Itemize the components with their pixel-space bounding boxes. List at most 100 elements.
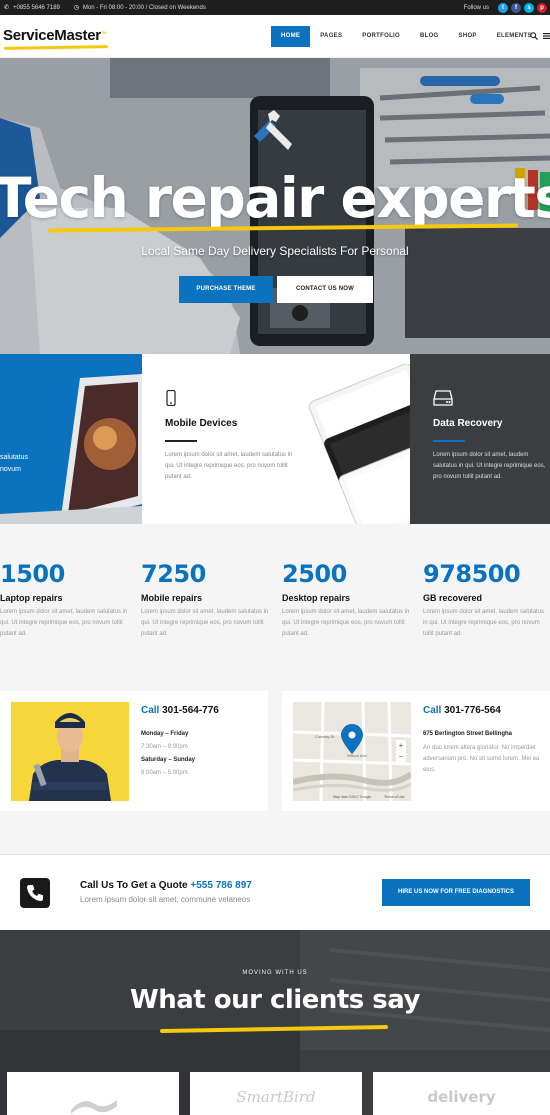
feature-mobile-text: Lorem ipsum dolor sit amet, laudem salut… (165, 452, 293, 480)
phone-icon: ✆ (4, 4, 10, 11)
site-header: ServiceMasterTM HOME PAGES PORTFOLIO BLO… (0, 15, 550, 58)
map-street-wilson: Wilson Ave (347, 753, 367, 758)
hours-card-call-word: Call (141, 705, 160, 716)
quote-phone[interactable]: +555 786 897 (190, 880, 251, 891)
client-logo-delivery: delivery (427, 1088, 496, 1106)
stat-text: Lorem ipsum dolor sit amet, laudem salut… (141, 609, 269, 637)
location-map[interactable]: Conway St Wilson Ave Map data ©2017 Goog… (293, 702, 411, 801)
map-attribution: Map data ©2017 Google (333, 795, 372, 799)
mobile-phone-icon (166, 390, 176, 406)
weekend-label: Saturday – Sunday (141, 757, 196, 763)
stats-section: 1500 Laptop repairs Lorem ipsum dolor si… (0, 524, 550, 672)
stat-number: 1500 (0, 560, 65, 588)
stat-text: Lorem ipsum dolor sit amet, laudem salut… (423, 609, 545, 637)
weekend-hours: 8:00am – 5:00pm (141, 770, 188, 776)
feature-data-title: Data Recovery (433, 418, 503, 429)
tablets-image (308, 364, 410, 524)
main-nav: HOME PAGES PORTFOLIO BLOG SHOP ELEMENTS (271, 26, 542, 47)
zoom-in-icon[interactable]: + (396, 740, 406, 751)
site-logo[interactable]: ServiceMasterTM (3, 27, 106, 44)
social-links: Follow us t f s p (464, 0, 547, 15)
nav-pages[interactable]: PAGES (310, 26, 352, 47)
purchase-theme-button[interactable]: PURCHASE THEME (179, 276, 273, 303)
logo-text: ServiceMaster (3, 27, 101, 44)
stat-number: 2500 (282, 560, 347, 588)
logo-trademark: TM (100, 30, 107, 35)
features-section: salutatus novum Mobile Devices Lorem ips… (0, 354, 550, 524)
feature-laptop-panel: salutatus novum (0, 354, 142, 524)
quote-section: Call Us To Get a Quote +555 786 897 Lore… (0, 854, 550, 930)
location-text: An duo lorem altera gloriatur. No imperd… (423, 745, 540, 773)
phone-icon-box (20, 878, 50, 908)
stat-text: Lorem ipsum dolor sit amet, laudem salut… (282, 609, 410, 637)
feature-mobile-title: Mobile Devices (165, 418, 238, 429)
topbar-hours: ◷ Mon - Fri 08:00 - 20:00 / Closed on We… (74, 5, 206, 11)
search-icon[interactable] (530, 32, 538, 40)
client-wave-logo-icon (71, 1100, 117, 1114)
stat-label: Mobile repairs (141, 593, 203, 603)
location-card-info: 675 Berlington Street Bellingha An duo l… (423, 729, 543, 776)
stat-label: GB recovered (423, 593, 483, 603)
skype-icon[interactable]: s (524, 2, 534, 13)
hard-drive-icon (433, 390, 453, 406)
stat-number: 7250 (141, 560, 206, 588)
hire-us-button[interactable]: HIRE US NOW FOR FREE DIAGNOSTICS (382, 879, 530, 906)
zoom-out-icon[interactable]: − (396, 751, 406, 762)
client-logo-card: delivery (373, 1072, 550, 1115)
feature-data-text: Lorem ipsum dolor sit amet, laudem salut… (433, 452, 546, 480)
stat-gb: 978500 GB recovered Lorem ipsum dolor si… (423, 560, 550, 640)
hours-card-phone[interactable]: 301-564-776 (162, 705, 219, 716)
logo-underline (3, 45, 109, 50)
testimonials-section: MOVING WITH US What our clients say Smar… (0, 930, 550, 1115)
topbar-phone-text: +0855 5646 7189 (13, 4, 60, 11)
location-card-phone[interactable]: 301-776-564 (444, 705, 501, 716)
stat-desktop: 2500 Desktop repairs Lorem ipsum dolor s… (282, 560, 412, 640)
quote-title-text: Call Us To Get a Quote (80, 880, 188, 891)
stat-label: Laptop repairs (0, 593, 63, 603)
feature-laptop-text-line1: salutatus (0, 454, 29, 461)
map-image (293, 702, 411, 801)
stat-mobile: 7250 Mobile repairs Lorem ipsum dolor si… (141, 560, 271, 640)
weekday-label: Monday – Friday (141, 731, 189, 737)
menu-icon[interactable] (543, 33, 550, 39)
contact-us-button[interactable]: CONTACT US NOW (277, 276, 373, 303)
hero-subtitle: Local Same Day Delivery Specialists For … (141, 244, 409, 258)
location-card-call-word: Call (423, 705, 442, 716)
map-terms[interactable]: Terms of Use (384, 795, 405, 799)
quote-subtitle: Lorem ipsum dolor sit amet, commune vela… (80, 895, 251, 904)
feature-mobile-panel: Mobile Devices Lorem ipsum dolor sit ame… (142, 354, 410, 524)
location-card-call: Call 301-776-564 (423, 705, 501, 716)
quote-title: Call Us To Get a Quote +555 786 897 (80, 880, 252, 891)
client-logo-card: SmartBird (190, 1072, 362, 1115)
stat-number: 978500 (423, 560, 521, 588)
hours-card-call: Call 301-564-776 (141, 705, 219, 716)
pinterest-icon[interactable]: p (537, 2, 547, 13)
feature-data-divider (433, 440, 465, 442)
feature-mobile-divider (165, 440, 197, 442)
feature-laptop-text: salutatus novum (0, 452, 28, 476)
feature-laptop-text-line2: novum (0, 466, 22, 473)
stat-text: Lorem ipsum dolor sit amet, laudem salut… (0, 609, 128, 637)
contact-card-location: Conway St Wilson Ave Map data ©2017 Goog… (282, 691, 550, 811)
top-bar: ✆ +0855 5646 7189 ◷ Mon - Fri 08:00 - 20… (0, 0, 550, 15)
feature-data-panel: Data Recovery Lorem ipsum dolor sit amet… (410, 354, 550, 524)
hours-card-info: Monday – Friday 7:30am – 9:00pm Saturday… (141, 729, 195, 779)
map-zoom-controls[interactable]: + − (396, 740, 406, 762)
telephone-icon (27, 885, 43, 901)
stat-label: Desktop repairs (282, 593, 351, 603)
location-address: 675 Berlington Street Bellingha (423, 731, 513, 737)
topbar-hours-text: Mon - Fri 08:00 - 20:00 / Closed on Week… (82, 4, 206, 11)
map-street-conway: Conway St (315, 734, 335, 739)
facebook-icon[interactable]: f (511, 2, 521, 13)
weekday-hours: 7:30am – 9:00pm (141, 744, 188, 750)
stat-laptop: 1500 Laptop repairs Lorem ipsum dolor si… (0, 560, 130, 640)
nav-blog[interactable]: BLOG (410, 26, 449, 47)
contact-card-hours: Call 301-564-776 Monday – Friday 7:30am … (0, 691, 268, 811)
topbar-phone: ✆ +0855 5646 7189 (4, 5, 60, 11)
nav-portfolio[interactable]: PORTFOLIO (352, 26, 410, 47)
nav-home[interactable]: HOME (271, 26, 311, 47)
nav-shop[interactable]: SHOP (449, 26, 487, 47)
client-logo-smartbird: SmartBird (236, 1088, 316, 1106)
technician-photo (11, 702, 129, 801)
twitter-icon[interactable]: t (498, 2, 508, 13)
